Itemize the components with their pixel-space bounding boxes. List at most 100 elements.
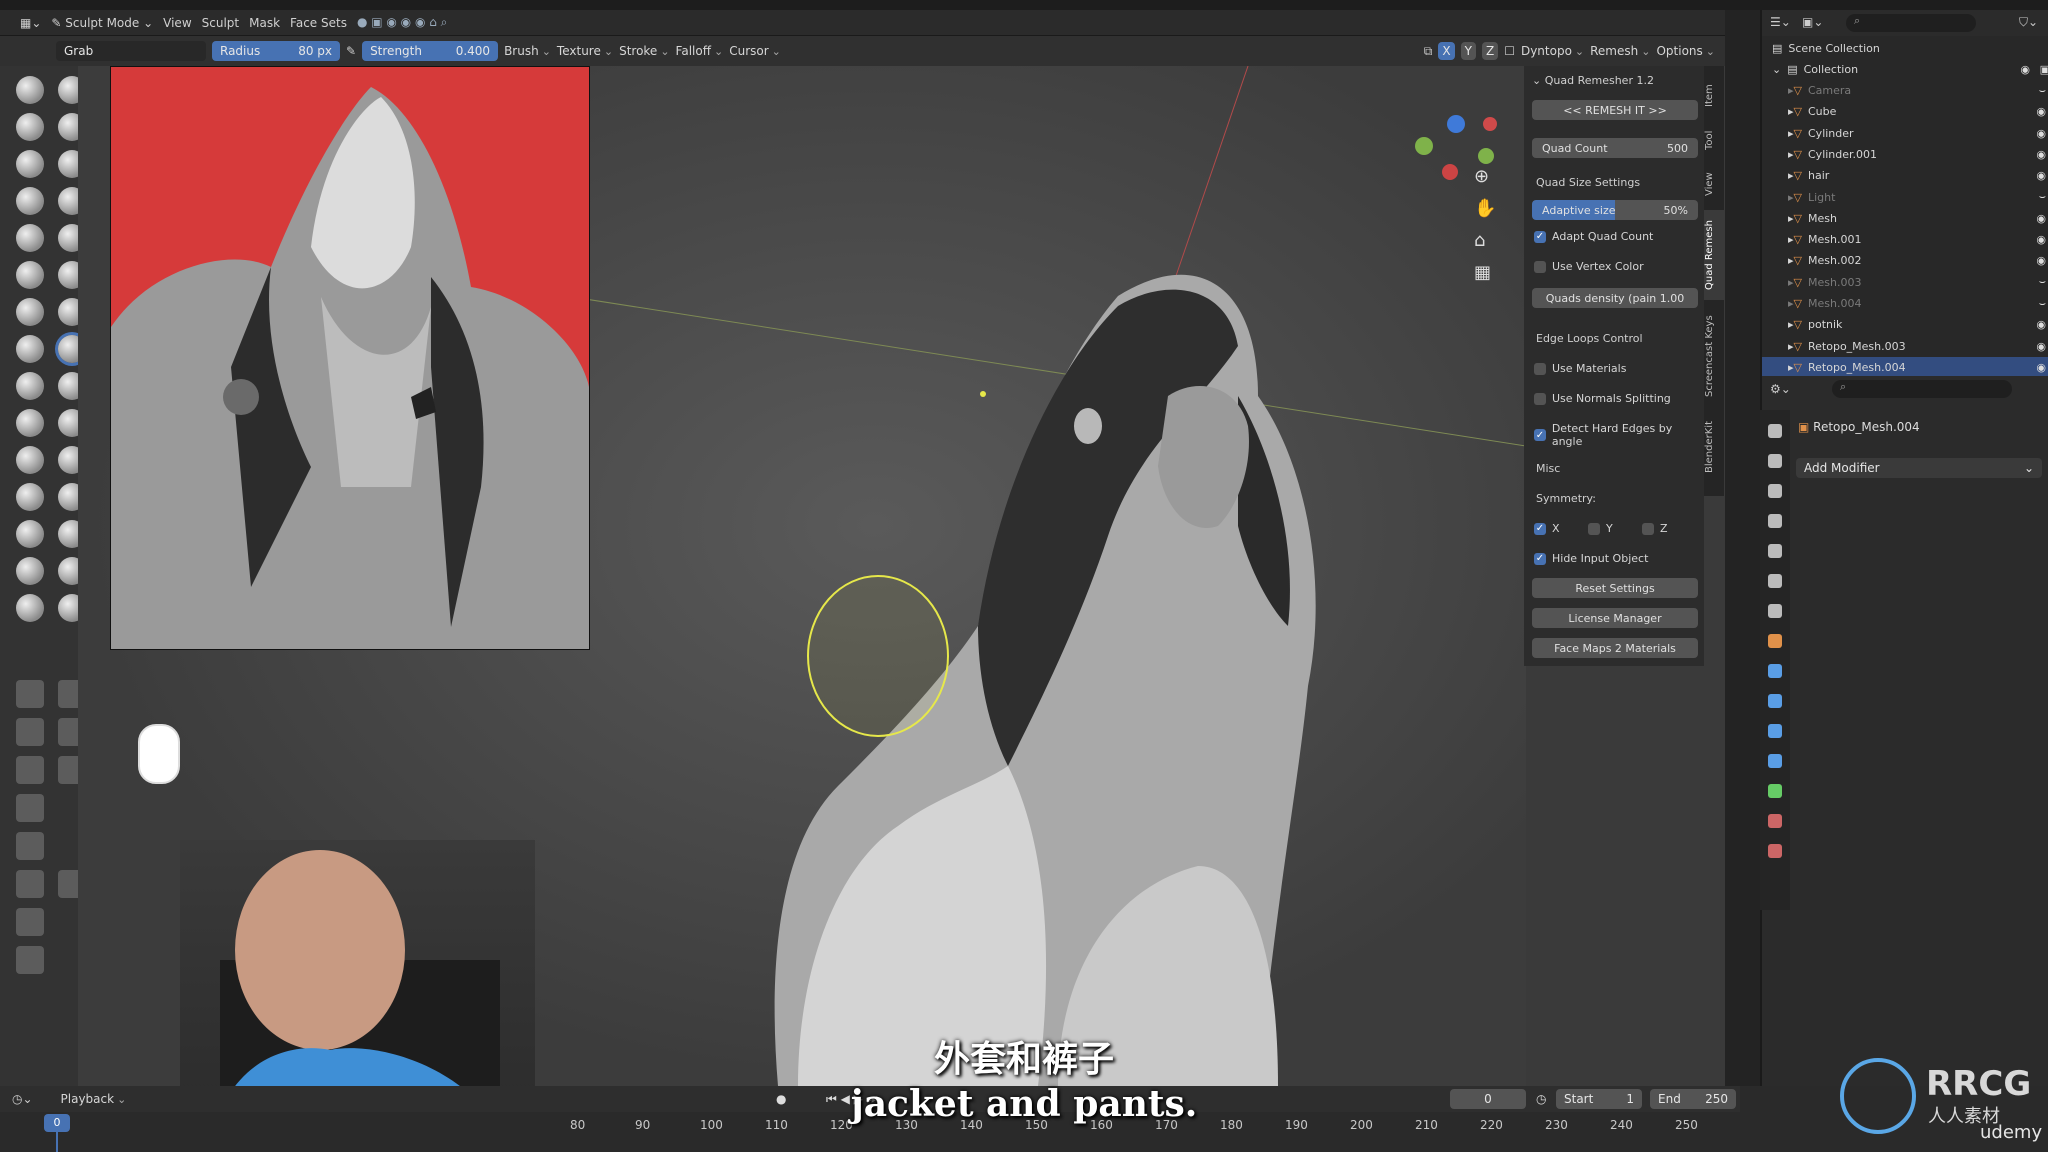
symmetry-z-checkbox[interactable]: Z	[1642, 522, 1668, 535]
properties-tab-icon[interactable]	[1768, 754, 1782, 768]
use-materials-checkbox[interactable]: Use Materials	[1534, 362, 1626, 375]
properties-tab-icon[interactable]	[1768, 724, 1782, 738]
tab-item[interactable]: Item	[1704, 76, 1724, 116]
transform-tool-icon[interactable]	[16, 680, 44, 708]
outliner-item[interactable]: ▸ ▽Cube◉▣	[1762, 101, 2048, 122]
outliner-item[interactable]: ▸ ▽Mesh.003⌣▣	[1762, 272, 2048, 293]
menu-face-sets[interactable]: Face Sets	[290, 16, 347, 30]
sculpt-brush-tool-icon[interactable]	[16, 150, 44, 178]
brush-name-field[interactable]: Grab	[56, 41, 206, 61]
sculpt-brush-tool-icon[interactable]	[16, 335, 44, 363]
visibility-eye-icon[interactable]: ◉	[2036, 233, 2046, 246]
properties-tab-icon[interactable]	[1768, 664, 1782, 678]
face-maps-button[interactable]: Face Maps 2 Materials	[1532, 638, 1698, 658]
visibility-eye-icon[interactable]: ◉	[2036, 169, 2046, 182]
quad-count-field[interactable]: Quad Count 500	[1532, 138, 1698, 158]
outliner-filter-icon[interactable]: ⛉⌄	[2019, 15, 2038, 30]
use-vertex-color-checkbox[interactable]: Use Vertex Color	[1534, 260, 1644, 273]
sculpt-icons-group[interactable]: ● ▣ ◉ ◉ ◉ ⌂ ⌕	[357, 15, 447, 30]
radius-field[interactable]: Radius 80 px	[212, 41, 340, 61]
outliner-item[interactable]: ▸ ▽Mesh◉▣	[1762, 208, 2048, 229]
falloff-dropdown[interactable]: Falloff	[676, 44, 724, 58]
tab-view[interactable]: View	[1704, 164, 1724, 204]
properties-tab-icon[interactable]	[1768, 694, 1782, 708]
properties-tab-icon[interactable]	[1768, 814, 1782, 828]
transform-tool-icon[interactable]	[16, 870, 44, 898]
zoom-icon[interactable]: ⊕	[1474, 166, 1489, 187]
properties-tab-icon[interactable]	[1768, 784, 1782, 798]
transform-tool-icon[interactable]	[16, 832, 44, 860]
remesh-it-button[interactable]: << REMESH IT >>	[1532, 100, 1698, 120]
outliner-search-input[interactable]: ⌕	[1846, 14, 1976, 32]
sculpt-brush-tool-icon[interactable]	[16, 261, 44, 289]
visibility-eye-icon[interactable]: ◉	[2036, 318, 2046, 331]
visibility-eye-icon[interactable]: ⌣	[2039, 190, 2046, 204]
outliner-item[interactable]: ▸ ▽Retopo_Mesh.004◉▣	[1762, 356, 2048, 378]
properties-tab-icon[interactable]	[1768, 604, 1782, 618]
ortho-grid-icon[interactable]: ▦	[1474, 262, 1491, 283]
editor-type-icon[interactable]: ▦⌄	[20, 16, 41, 30]
visibility-eye-icon[interactable]: ◉	[2036, 105, 2046, 118]
visibility-eye-icon[interactable]: ◉	[2036, 340, 2046, 353]
properties-tab-icon[interactable]	[1768, 844, 1782, 858]
detect-hard-edges-checkbox[interactable]: ✓ Detect Hard Edges by angle	[1534, 422, 1704, 448]
sculpt-brush-tool-icon[interactable]	[16, 372, 44, 400]
outliner-display-mode-icon[interactable]: ▣⌄	[1802, 15, 1823, 29]
visibility-eye-icon[interactable]: ◉	[2036, 361, 2046, 374]
visibility-eye-icon[interactable]: ⌣	[2039, 275, 2046, 289]
render-camera-icon[interactable]: ▣	[2040, 63, 2048, 76]
visibility-eye-icon[interactable]: ◉	[2036, 254, 2046, 267]
transform-tool-icon[interactable]	[16, 756, 44, 784]
sculpt-brush-tool-icon[interactable]	[16, 409, 44, 437]
sculpt-brush-tool-icon[interactable]	[16, 520, 44, 548]
visibility-eye-icon[interactable]: ⌣	[2039, 297, 2046, 311]
tab-tool[interactable]: Tool	[1704, 120, 1724, 160]
pan-hand-icon[interactable]: ✋	[1474, 198, 1496, 219]
sculpt-brush-tool-icon[interactable]	[16, 76, 44, 104]
outliner-item[interactable]: ▸ ▽Cylinder◉▣	[1762, 123, 2048, 144]
panel-title[interactable]: ⌄ Quad Remesher 1.2	[1532, 74, 1654, 87]
camera-view-icon[interactable]: ⌂	[1474, 230, 1485, 251]
quads-density-field[interactable]: Quads density (pain 1.00	[1532, 288, 1698, 308]
symmetry-y-checkbox[interactable]: Y	[1588, 522, 1613, 535]
reset-settings-button[interactable]: Reset Settings	[1532, 578, 1698, 598]
properties-tab-icon[interactable]	[1768, 514, 1782, 528]
adaptive-size-slider[interactable]: Adaptive size 50%	[1532, 200, 1698, 220]
sculpt-brush-tool-icon[interactable]	[16, 446, 44, 474]
outliner-item[interactable]: ▸ ▽Mesh.004⌣▣	[1762, 293, 2048, 314]
properties-tab-icon[interactable]	[1768, 484, 1782, 498]
brush-dropdown[interactable]: Brush	[504, 44, 551, 58]
tab-quad-remesh[interactable]: Quad Remesh	[1704, 210, 1724, 300]
visibility-eye-icon[interactable]: ◉	[2036, 212, 2046, 225]
properties-editor-icon[interactable]: ⚙⌄	[1770, 382, 1791, 396]
outliner-item[interactable]: ▸ ▽potnik◉▣	[1762, 314, 2048, 335]
hide-input-object-checkbox[interactable]: ✓ Hide Input Object	[1534, 552, 1648, 565]
menu-mask[interactable]: Mask	[249, 16, 280, 30]
sculpt-brush-tool-icon[interactable]	[16, 187, 44, 215]
outliner-item[interactable]: ▸ ▽Mesh.001◉▣	[1762, 229, 2048, 250]
properties-tab-icon[interactable]	[1768, 634, 1782, 648]
properties-tab-icon[interactable]	[1768, 544, 1782, 558]
tab-blenderkit[interactable]: BlenderKit	[1704, 412, 1724, 482]
dyntopo-dropdown[interactable]: Dyntopo	[1521, 44, 1584, 58]
symmetry-icon[interactable]: ⧉	[1424, 44, 1433, 59]
scene-collection-row[interactable]: ▤ Scene Collection	[1762, 38, 2048, 59]
properties-tab-icon[interactable]	[1768, 454, 1782, 468]
transform-tool-icon[interactable]	[16, 908, 44, 936]
outliner-item[interactable]: ▸ ▽Mesh.002◉▣	[1762, 250, 2048, 271]
sculpt-brush-tool-icon[interactable]	[16, 557, 44, 585]
cursor-dropdown[interactable]: Cursor	[729, 44, 781, 58]
visibility-eye-icon[interactable]: ⌣	[2039, 84, 2046, 98]
eye-icon[interactable]: ◉	[2020, 63, 2030, 76]
add-modifier-dropdown[interactable]: Add Modifier ⌄	[1796, 458, 2042, 478]
sculpt-brush-tool-icon[interactable]	[16, 483, 44, 511]
sym-z-toggle[interactable]: Z	[1481, 42, 1499, 60]
outliner-item[interactable]: ▸ ▽Retopo_Mesh.003◉▣	[1762, 336, 2048, 357]
license-manager-button[interactable]: License Manager	[1532, 608, 1698, 628]
outliner-item[interactable]: ▸ ▽Cylinder.001◉▣	[1762, 144, 2048, 165]
outliner-item[interactable]: ▸ ▽hair◉▣	[1762, 165, 2048, 186]
use-normals-splitting-checkbox[interactable]: Use Normals Splitting	[1534, 392, 1671, 405]
strength-field[interactable]: Strength 0.400	[362, 41, 499, 61]
transform-tool-icon[interactable]	[16, 946, 44, 974]
sculpt-brush-tool-icon[interactable]	[16, 224, 44, 252]
